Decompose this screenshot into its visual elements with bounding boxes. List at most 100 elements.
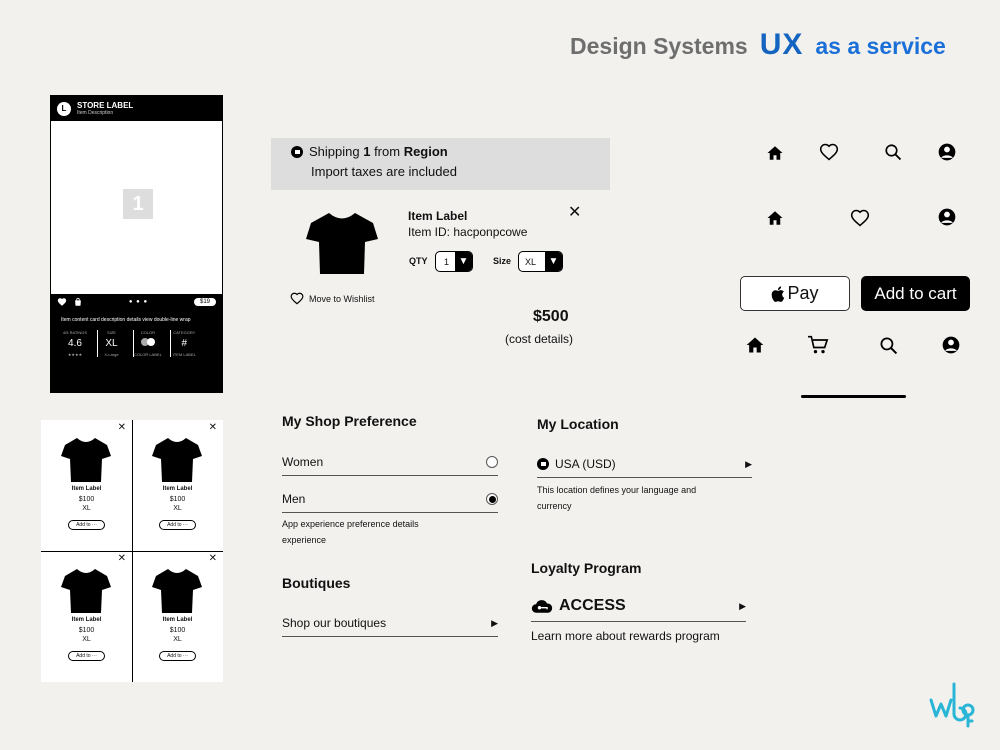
chevron-down-icon: ▼ xyxy=(455,252,472,271)
preference-option-women[interactable]: Women xyxy=(282,455,498,476)
heart-outline-icon[interactable] xyxy=(850,208,870,228)
chevron-down-icon: ▼ xyxy=(545,252,562,271)
brand-header: Design Systems UX as a service xyxy=(570,28,946,62)
stat-category: CATEGORY # ITEM LABEL xyxy=(169,330,198,357)
product-card[interactable]: ✕ Item Label $100 XL Add to ··· xyxy=(41,551,132,682)
chevron-right-icon: ▶ xyxy=(745,458,752,469)
store-card-stats: 4/5 RATINGS 4.6 ★★★★ SIZE XL X-Large COL… xyxy=(61,330,212,357)
slide-number: 1 xyxy=(123,189,153,219)
import-taxes-text: Import taxes are included xyxy=(311,164,457,179)
boutiques-title: Boutiques xyxy=(282,575,351,591)
product-price: $100 xyxy=(169,496,186,503)
chevron-right-icon: ▶ xyxy=(739,600,746,611)
brand-ux: UX xyxy=(759,28,804,61)
shipping-text: Shipping 1 from Region xyxy=(309,144,448,159)
close-icon[interactable]: ✕ xyxy=(209,553,217,564)
store-card[interactable]: L STORE LABEL Item Description 1 ● ● ● $… xyxy=(50,95,223,393)
location-title: My Location xyxy=(537,416,619,432)
stat-rating: 4/5 RATINGS 4.6 ★★★★ xyxy=(62,330,88,357)
cart-icon[interactable] xyxy=(807,335,829,355)
apple-pay-button[interactable]: Pay xyxy=(740,276,850,311)
wbs-logo-icon xyxy=(929,682,975,728)
user-account-icon[interactable] xyxy=(937,207,957,227)
store-label: STORE LABEL xyxy=(77,101,134,110)
cloud-key-icon xyxy=(531,600,553,613)
heart-outline-icon[interactable] xyxy=(819,142,839,162)
store-card-action-bar: ● ● ● $19 xyxy=(51,294,222,310)
add-to-button[interactable]: Add to ··· xyxy=(68,651,105,661)
product-price: $100 xyxy=(169,627,186,634)
cost-details-link[interactable]: (cost details) xyxy=(505,332,573,346)
cart-item-id: Item ID: hacponpcowe xyxy=(408,225,528,239)
stat-size: SIZE XL X-Large xyxy=(97,330,125,357)
product-card[interactable]: ✕ Item Label $100 XL Add to ··· xyxy=(41,420,132,551)
product-price: $100 xyxy=(78,627,95,634)
qty-label: QTY xyxy=(409,256,428,266)
brand-as-a-service: as a service xyxy=(815,33,946,59)
flag-icon xyxy=(291,145,303,158)
access-program-row[interactable]: ACCESS ▶ xyxy=(531,597,746,622)
radio-button[interactable] xyxy=(486,456,498,468)
close-icon[interactable]: ✕ xyxy=(568,202,581,222)
qty-select[interactable]: 1 ▼ xyxy=(435,251,473,272)
grid-divider xyxy=(41,551,223,552)
search-icon[interactable] xyxy=(884,143,902,161)
size-label: Size xyxy=(493,256,512,266)
shipping-banner: Shipping 1 from Region Import taxes are … xyxy=(271,138,610,190)
user-account-icon[interactable] xyxy=(941,335,961,355)
product-label: Item Label xyxy=(71,617,102,623)
location-note: This location defines your language and … xyxy=(537,485,697,511)
heart-outline-icon xyxy=(290,292,304,305)
product-card[interactable]: ✕ Item Label $100 XL Add to ··· xyxy=(132,420,223,551)
close-icon[interactable]: ✕ xyxy=(118,422,126,433)
cart-total: $500 xyxy=(533,308,569,325)
store-card-details: Item content card description details vi… xyxy=(51,310,222,392)
radio-button-selected[interactable] xyxy=(486,493,498,505)
tshirt-icon xyxy=(306,213,378,274)
shopping-bag-icon[interactable] xyxy=(73,297,83,307)
store-card-price: $19 xyxy=(193,298,216,306)
product-label: Item Label xyxy=(71,486,102,492)
cart-item-label: Item Label xyxy=(408,209,468,223)
shop-boutiques-link[interactable]: Shop our boutiques ▶ xyxy=(282,616,498,637)
product-size: XL xyxy=(82,505,91,512)
stat-color: COLOR COLOR LABEL xyxy=(133,330,162,357)
preference-note: App experience preference details experi… xyxy=(282,519,419,545)
store-card-description: Item content card description details vi… xyxy=(61,317,191,323)
tshirt-icon xyxy=(61,569,111,613)
carousel-dots[interactable]: ● ● ● xyxy=(83,299,194,305)
product-size: XL xyxy=(82,636,91,643)
product-label: Item Label xyxy=(162,617,193,623)
product-size: XL xyxy=(173,505,182,512)
user-account-icon[interactable] xyxy=(937,142,957,162)
brand-design-systems: Design Systems xyxy=(570,33,748,59)
home-indicator-bar xyxy=(801,395,906,398)
product-price: $100 xyxy=(78,496,95,503)
move-to-wishlist-link[interactable]: Move to Wishlist xyxy=(290,292,375,305)
store-logo: L xyxy=(57,101,71,116)
search-icon[interactable] xyxy=(879,336,898,355)
preference-option-men[interactable]: Men xyxy=(282,492,498,513)
rewards-link[interactable]: Learn more about rewards program xyxy=(531,629,720,643)
add-to-button[interactable]: Add to ··· xyxy=(68,520,105,530)
product-card[interactable]: ✕ Item Label $100 XL Add to ··· xyxy=(132,551,223,682)
store-card-header: L STORE LABEL Item Description xyxy=(51,96,222,121)
loyalty-title: Loyalty Program xyxy=(531,560,642,576)
add-to-button[interactable]: Add to ··· xyxy=(159,520,196,530)
home-icon[interactable] xyxy=(745,335,765,355)
add-to-button[interactable]: Add to ··· xyxy=(159,651,196,661)
home-icon[interactable] xyxy=(766,144,784,162)
location-selector[interactable]: USA (USD) ▶ xyxy=(537,457,752,478)
product-grid: ✕ Item Label $100 XL Add to ··· ✕ Item L… xyxy=(41,420,223,682)
tshirt-icon xyxy=(152,438,202,482)
flag-icon xyxy=(537,458,549,470)
size-select[interactable]: XL ▼ xyxy=(518,251,563,272)
add-to-cart-button[interactable]: Add to cart xyxy=(861,276,970,311)
heart-filled-icon[interactable] xyxy=(57,297,67,307)
color-swatch-icon xyxy=(134,338,162,349)
home-icon[interactable] xyxy=(766,209,784,227)
product-label: Item Label xyxy=(162,486,193,492)
close-icon[interactable]: ✕ xyxy=(118,553,126,564)
close-icon[interactable]: ✕ xyxy=(209,422,217,433)
tshirt-icon xyxy=(61,438,111,482)
